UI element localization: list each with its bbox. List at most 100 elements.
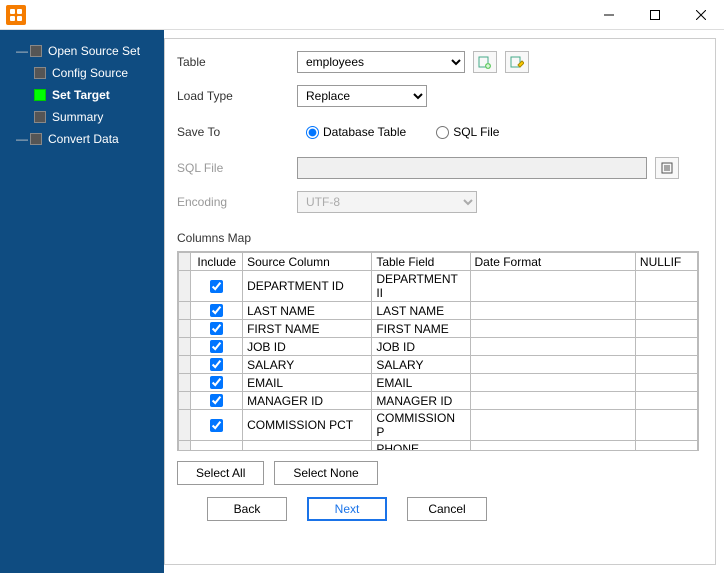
include-checkbox[interactable]	[210, 280, 223, 293]
step-box-icon	[34, 89, 46, 101]
step-box-icon	[30, 133, 42, 145]
cell-date[interactable]	[470, 374, 635, 392]
cell-field[interactable]: SALARY	[372, 356, 470, 374]
table-row[interactable]: FIRST NAMEFIRST NAME	[179, 320, 698, 338]
include-checkbox[interactable]	[210, 376, 223, 389]
select-none-button[interactable]: Select None	[274, 461, 377, 485]
wizard-step-config-source[interactable]: Config Source	[4, 62, 160, 84]
cell-field[interactable]: JOB ID	[372, 338, 470, 356]
cell-field[interactable]: COMMISSION P	[372, 410, 470, 441]
saveto-sql-radio[interactable]: SQL File	[436, 125, 499, 139]
cell-date[interactable]	[470, 392, 635, 410]
cell-nullif[interactable]	[635, 271, 697, 302]
browse-sqlfile-button[interactable]	[655, 157, 679, 179]
saveto-group: Database Table SQL File	[297, 119, 657, 145]
columns-grid[interactable]: Include Source Column Table Field Date F…	[177, 251, 699, 451]
titlebar	[0, 0, 724, 30]
saveto-db-radio[interactable]: Database Table	[306, 125, 406, 139]
cell-nullif[interactable]	[635, 302, 697, 320]
sqlfile-label: SQL File	[177, 161, 297, 175]
table-row[interactable]: LAST NAMELAST NAME	[179, 302, 698, 320]
step-box-icon	[34, 111, 46, 123]
cell-field[interactable]: DEPARTMENT II	[372, 271, 470, 302]
edit-table-button[interactable]	[505, 51, 529, 73]
step-box-icon	[34, 67, 46, 79]
cell-source[interactable]: MANAGER ID	[243, 392, 372, 410]
col-date: Date Format	[470, 253, 635, 271]
table-label: Table	[177, 55, 297, 69]
cell-nullif[interactable]	[635, 392, 697, 410]
cell-nullif[interactable]	[635, 374, 697, 392]
select-all-button[interactable]: Select All	[177, 461, 264, 485]
col-include: Include	[191, 253, 243, 271]
cell-field[interactable]: EMAIL	[372, 374, 470, 392]
wizard-step-summary[interactable]: Summary	[4, 106, 160, 128]
include-checkbox[interactable]	[210, 322, 223, 335]
cell-source[interactable]: JOB ID	[243, 338, 372, 356]
cell-date[interactable]	[470, 338, 635, 356]
table-row[interactable]: PHONE NUMBERPHONE NUMBE	[179, 441, 698, 452]
table-row[interactable]: EMAILEMAIL	[179, 374, 698, 392]
saveto-label: Save To	[177, 125, 297, 139]
cell-nullif[interactable]	[635, 410, 697, 441]
wizard-step-set-target[interactable]: Set Target	[4, 84, 160, 106]
encoding-select: UTF-8	[297, 191, 477, 213]
cell-source[interactable]: SALARY	[243, 356, 372, 374]
step-label: Set Target	[52, 88, 110, 102]
wizard-step-open-source-set[interactable]: —Open Source Set	[4, 40, 160, 62]
refresh-table-button[interactable]	[473, 51, 497, 73]
cell-nullif[interactable]	[635, 338, 697, 356]
main-panel: Table employees Load Type Replace Save T…	[164, 38, 716, 565]
cell-source[interactable]: LAST NAME	[243, 302, 372, 320]
cell-date[interactable]	[470, 441, 635, 452]
include-checkbox[interactable]	[210, 304, 223, 317]
include-checkbox[interactable]	[210, 450, 223, 452]
cell-date[interactable]	[470, 410, 635, 441]
cell-date[interactable]	[470, 302, 635, 320]
step-box-icon	[30, 45, 42, 57]
maximize-button[interactable]	[632, 0, 678, 30]
cell-date[interactable]	[470, 271, 635, 302]
sqlfile-input	[297, 157, 647, 179]
cell-nullif[interactable]	[635, 441, 697, 452]
cell-field[interactable]: MANAGER ID	[372, 392, 470, 410]
cell-date[interactable]	[470, 356, 635, 374]
include-checkbox[interactable]	[210, 358, 223, 371]
saveto-sql-input[interactable]	[436, 126, 449, 139]
include-checkbox[interactable]	[210, 419, 223, 432]
cell-date[interactable]	[470, 320, 635, 338]
table-row[interactable]: SALARYSALARY	[179, 356, 698, 374]
cell-source[interactable]: DEPARTMENT ID	[243, 271, 372, 302]
cell-field[interactable]: FIRST NAME	[372, 320, 470, 338]
cell-source[interactable]: COMMISSION PCT	[243, 410, 372, 441]
cell-nullif[interactable]	[635, 320, 697, 338]
minimize-button[interactable]	[586, 0, 632, 30]
step-label: Config Source	[52, 66, 128, 80]
cell-source[interactable]: PHONE NUMBER	[243, 441, 372, 452]
close-button[interactable]	[678, 0, 724, 30]
table-row[interactable]: COMMISSION PCTCOMMISSION P	[179, 410, 698, 441]
loadtype-select[interactable]: Replace	[297, 85, 427, 107]
cell-field[interactable]: PHONE NUMBE	[372, 441, 470, 452]
cell-source[interactable]: FIRST NAME	[243, 320, 372, 338]
next-button[interactable]: Next	[307, 497, 387, 521]
col-nullif: NULLIF	[635, 253, 697, 271]
include-checkbox[interactable]	[210, 394, 223, 407]
app-icon	[6, 5, 26, 25]
saveto-db-input[interactable]	[306, 126, 319, 139]
table-row[interactable]: DEPARTMENT IDDEPARTMENT II	[179, 271, 698, 302]
table-row[interactable]: MANAGER IDMANAGER ID	[179, 392, 698, 410]
back-button[interactable]: Back	[207, 497, 287, 521]
wizard-step-convert-data[interactable]: —Convert Data	[4, 128, 160, 150]
include-checkbox[interactable]	[210, 340, 223, 353]
table-row[interactable]: JOB IDJOB ID	[179, 338, 698, 356]
encoding-label: Encoding	[177, 195, 297, 209]
table-select[interactable]: employees	[297, 51, 465, 73]
cell-nullif[interactable]	[635, 356, 697, 374]
cancel-button[interactable]: Cancel	[407, 497, 487, 521]
step-label: Open Source Set	[48, 44, 140, 58]
step-label: Summary	[52, 110, 103, 124]
cell-field[interactable]: LAST NAME	[372, 302, 470, 320]
cell-source[interactable]: EMAIL	[243, 374, 372, 392]
wizard-sidebar: —Open Source Set Config Source Set Target S…	[0, 30, 164, 573]
